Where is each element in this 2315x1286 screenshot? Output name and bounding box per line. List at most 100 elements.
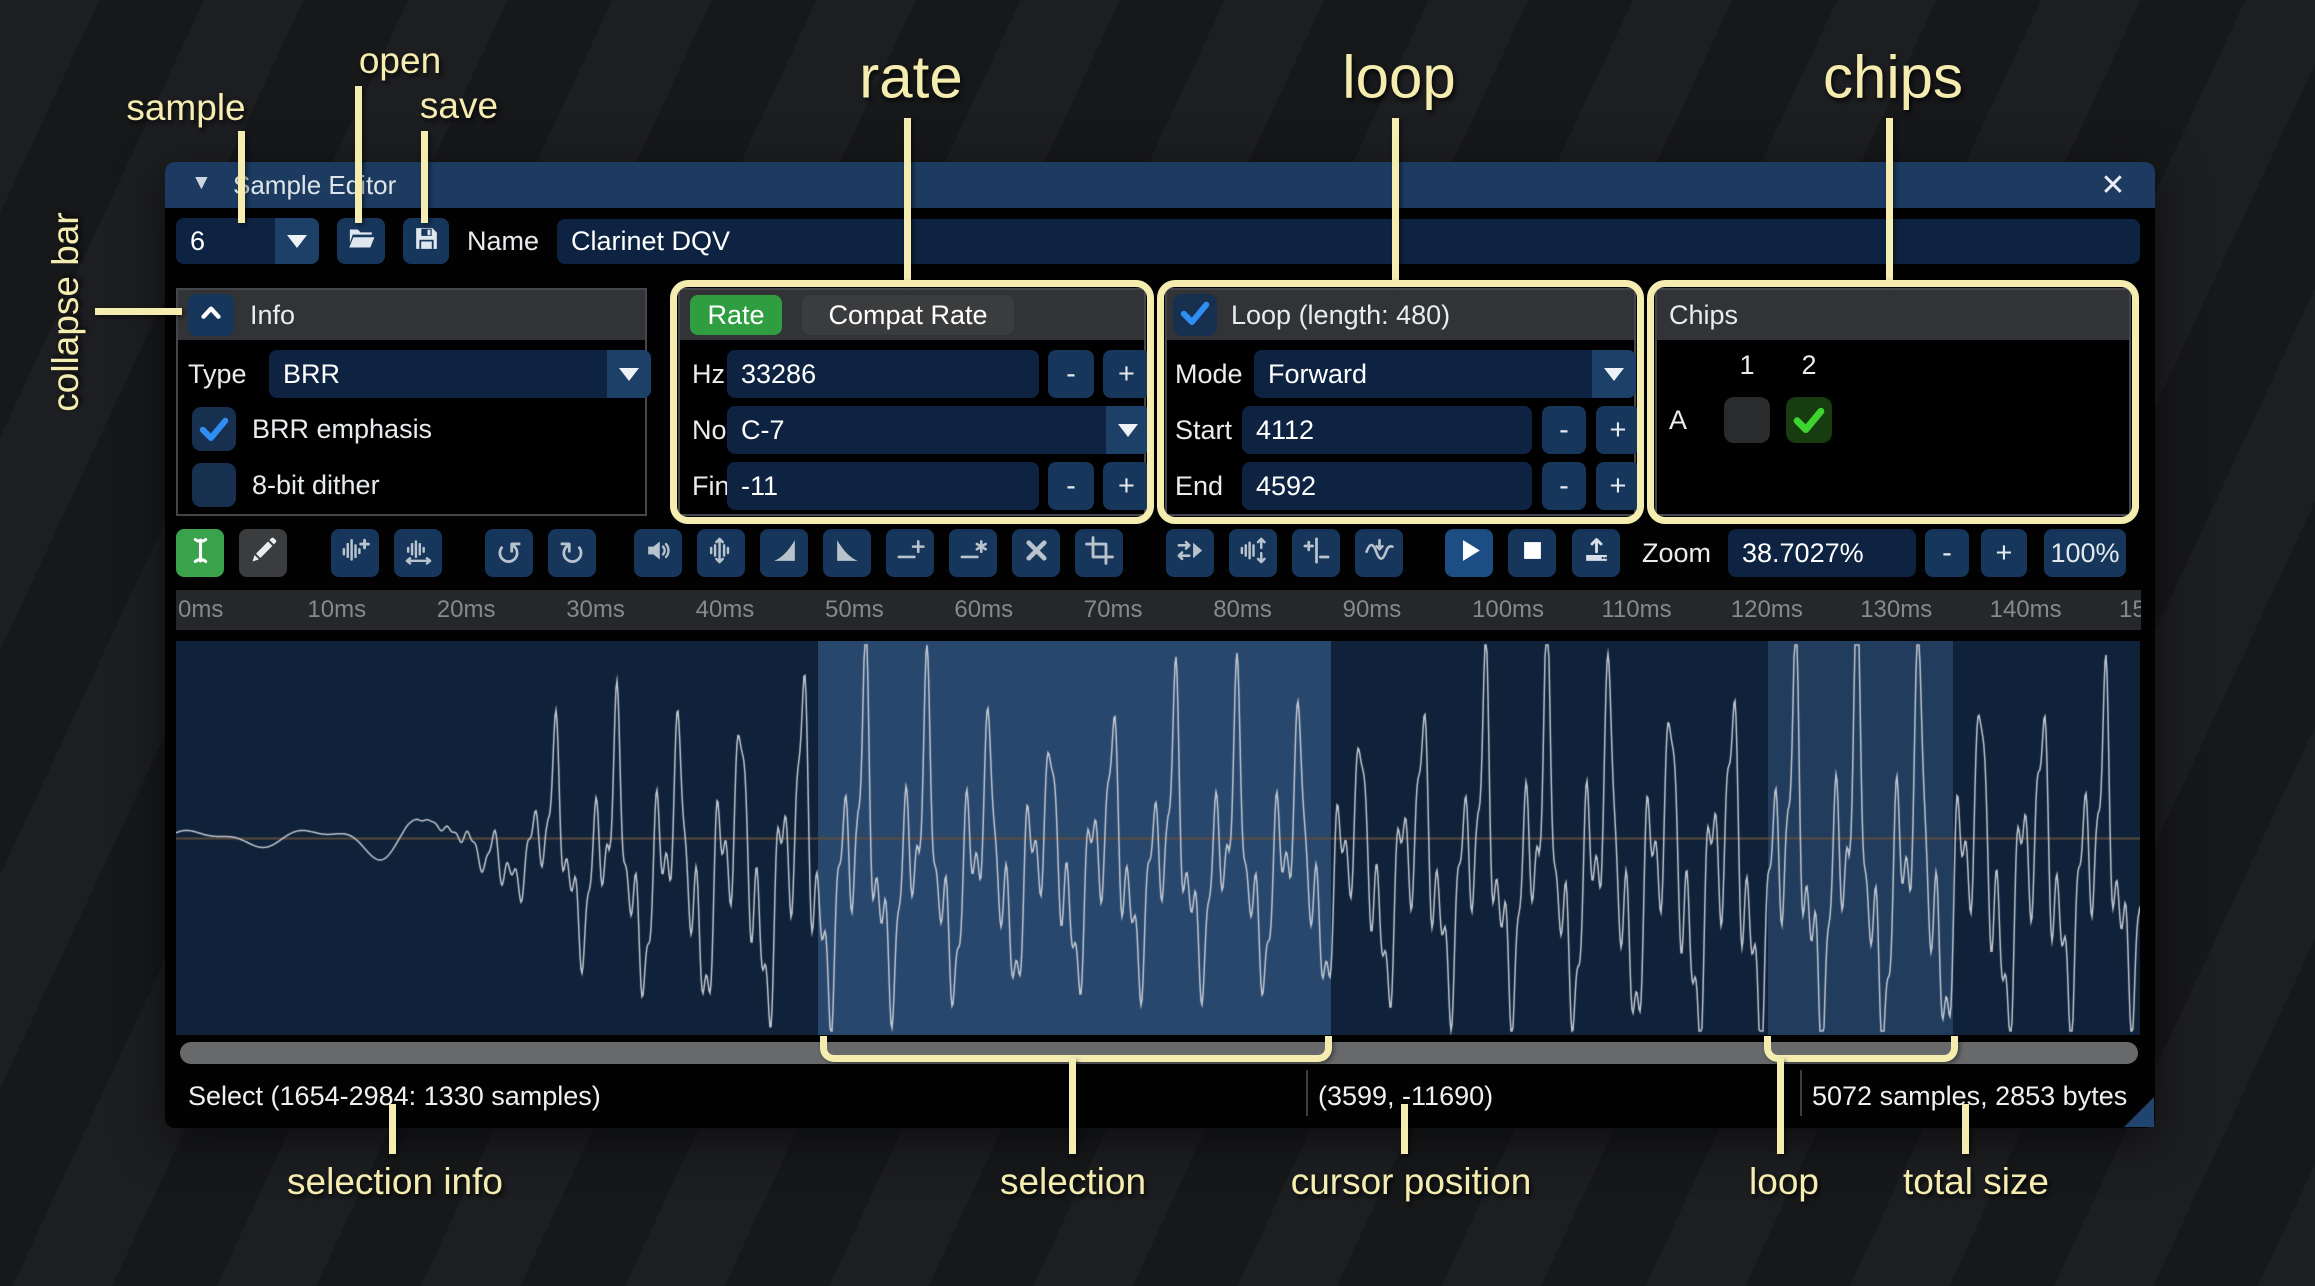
zoom-in-button[interactable]: +: [1981, 529, 2027, 577]
invert-button[interactable]: [1229, 529, 1277, 577]
annotation-line: [355, 86, 362, 223]
fade-out-button[interactable]: [823, 529, 871, 577]
draw-pencil-button[interactable]: [239, 529, 287, 577]
silence-star-icon: [958, 535, 989, 571]
open-folder-icon: [346, 223, 377, 259]
annotation-line: [95, 308, 182, 315]
annotation-cursor-position: cursor position: [1291, 1161, 1532, 1203]
redo-button[interactable]: ↻: [548, 529, 596, 577]
wave-plus-icon: [340, 535, 371, 571]
loop-end-increment-button[interactable]: +: [1596, 462, 1640, 510]
annotation-total-size: total size: [1903, 1161, 2049, 1203]
type-dropdown[interactable]: BRR: [269, 350, 651, 398]
apply-filter-button[interactable]: [1355, 529, 1403, 577]
loop-end-input[interactable]: 4592: [1242, 462, 1532, 510]
status-total-size: 5072 samples, 2853 bytes: [1812, 1081, 2127, 1112]
info-checkbox-row: 8-bit dither: [192, 462, 380, 508]
signed-unsigned-button[interactable]: [1292, 529, 1340, 577]
apply-silence-button[interactable]: [949, 529, 997, 577]
annotation-line: [1962, 1104, 1969, 1154]
ruler-tick-label: 50ms: [825, 596, 884, 624]
play-button[interactable]: [1445, 529, 1493, 577]
delete-button[interactable]: [1012, 529, 1060, 577]
normalize-button[interactable]: [634, 529, 682, 577]
ruler-tick-label: 0ms: [178, 596, 223, 624]
checkbox-label: 8-bit dither: [252, 470, 380, 501]
hz-decrement-button[interactable]: -: [1048, 350, 1094, 398]
loop-section: Loop (length: 480) Mode Forward Start 41…: [1165, 288, 1636, 516]
tab-compat-rate[interactable]: Compat Rate: [802, 295, 1014, 335]
annotation-chips: chips: [1823, 43, 1963, 112]
status-separator: [1306, 1070, 1308, 1116]
insert-silence-button[interactable]: [886, 529, 934, 577]
dropdown-arrow-icon: [607, 350, 651, 398]
chip-column-label: 1: [1739, 350, 1754, 381]
loop-mode-dropdown[interactable]: Forward: [1254, 350, 1636, 398]
brr-emphasis-checkbox[interactable]: [192, 407, 236, 451]
annotation-collapse-bar: collapse bar: [45, 212, 87, 412]
undo-button[interactable]: ↺: [485, 529, 533, 577]
loop-start-decrement-button[interactable]: -: [1542, 406, 1586, 454]
name-input[interactable]: Clarinet DQV: [557, 219, 2140, 264]
trim-button[interactable]: [1075, 529, 1123, 577]
ruler-tick-label: 150ms: [2119, 596, 2141, 624]
resample-button[interactable]: [331, 529, 379, 577]
fine-increment-button[interactable]: +: [1103, 462, 1150, 510]
8-bit-dither-checkbox[interactable]: [192, 463, 236, 507]
loop-start-increment-button[interactable]: +: [1596, 406, 1640, 454]
info-checkbox-row: BRR emphasis: [192, 406, 432, 452]
note-dropdown[interactable]: C-7: [727, 406, 1150, 454]
info-header-label: Info: [250, 290, 295, 340]
ruler-tick-label: 80ms: [1213, 596, 1272, 624]
stop-button[interactable]: [1508, 529, 1556, 577]
annotation-open: open: [359, 40, 441, 82]
sign-swap-icon: [1301, 535, 1332, 571]
time-ruler[interactable]: 0ms10ms20ms30ms40ms50ms60ms70ms80ms90ms1…: [176, 590, 2141, 630]
chip-A-2-checkbox[interactable]: [1786, 397, 1832, 443]
filter-wave-icon: [1364, 535, 1395, 571]
close-button[interactable]: ✕: [2093, 166, 2133, 204]
fade-in-button[interactable]: [760, 529, 808, 577]
checkbox-label: BRR emphasis: [252, 414, 432, 445]
annotation-line: [1401, 1104, 1408, 1154]
waveform-canvas[interactable]: [176, 641, 2140, 1035]
loop-header-label: Loop (length: 480): [1231, 290, 1450, 340]
window-resize-grip[interactable]: [2124, 1097, 2154, 1127]
sample-selector-value: 6: [190, 226, 205, 257]
stop-icon: [1517, 535, 1548, 571]
crop-icon: [1084, 535, 1115, 571]
chip-row-label: A: [1669, 397, 1687, 443]
chip-A-1-checkbox[interactable]: [1724, 397, 1770, 443]
annotation-line: [238, 131, 245, 223]
hz-input[interactable]: 33286: [727, 350, 1039, 398]
type-label: Type: [188, 350, 247, 398]
loop-enable-checkbox[interactable]: [1173, 294, 1217, 336]
sample-selector[interactable]: 6: [176, 218, 319, 264]
zoom-reset-button[interactable]: 100%: [2044, 529, 2126, 577]
zoom-input[interactable]: 38.7027%: [1728, 529, 1916, 577]
import-sample-button[interactable]: [1572, 529, 1620, 577]
stretch-button[interactable]: [394, 529, 442, 577]
fade-out-icon: [832, 535, 863, 571]
save-button[interactable]: [403, 218, 449, 264]
collapse-bar-button[interactable]: [188, 294, 234, 336]
hz-increment-button[interactable]: +: [1103, 350, 1150, 398]
zoom-out-button[interactable]: -: [1925, 529, 1969, 577]
loop-start-value: 4112: [1256, 415, 1314, 446]
loop-mode-value: Forward: [1268, 359, 1367, 390]
loop-header: Loop (length: 480): [1167, 290, 1634, 340]
loop-end-decrement-button[interactable]: -: [1542, 462, 1586, 510]
tab-rate[interactable]: Rate: [690, 295, 782, 335]
loop-start-label: Start: [1175, 406, 1232, 454]
window-titlebar[interactable]: ▼ Sample Editor ✕: [165, 162, 2155, 208]
amplify-button[interactable]: [697, 529, 745, 577]
reverse-button[interactable]: [1166, 529, 1214, 577]
edit-cursor-button[interactable]: [176, 529, 224, 577]
fine-input[interactable]: -11: [727, 462, 1039, 510]
open-button[interactable]: [337, 218, 385, 264]
waveform-scrollbar[interactable]: [180, 1042, 2138, 1064]
loop-end-value: 4592: [1256, 471, 1316, 502]
loop-start-input[interactable]: 4112: [1242, 406, 1532, 454]
window-collapse-icon[interactable]: ▼: [191, 171, 212, 195]
fine-decrement-button[interactable]: -: [1048, 462, 1094, 510]
